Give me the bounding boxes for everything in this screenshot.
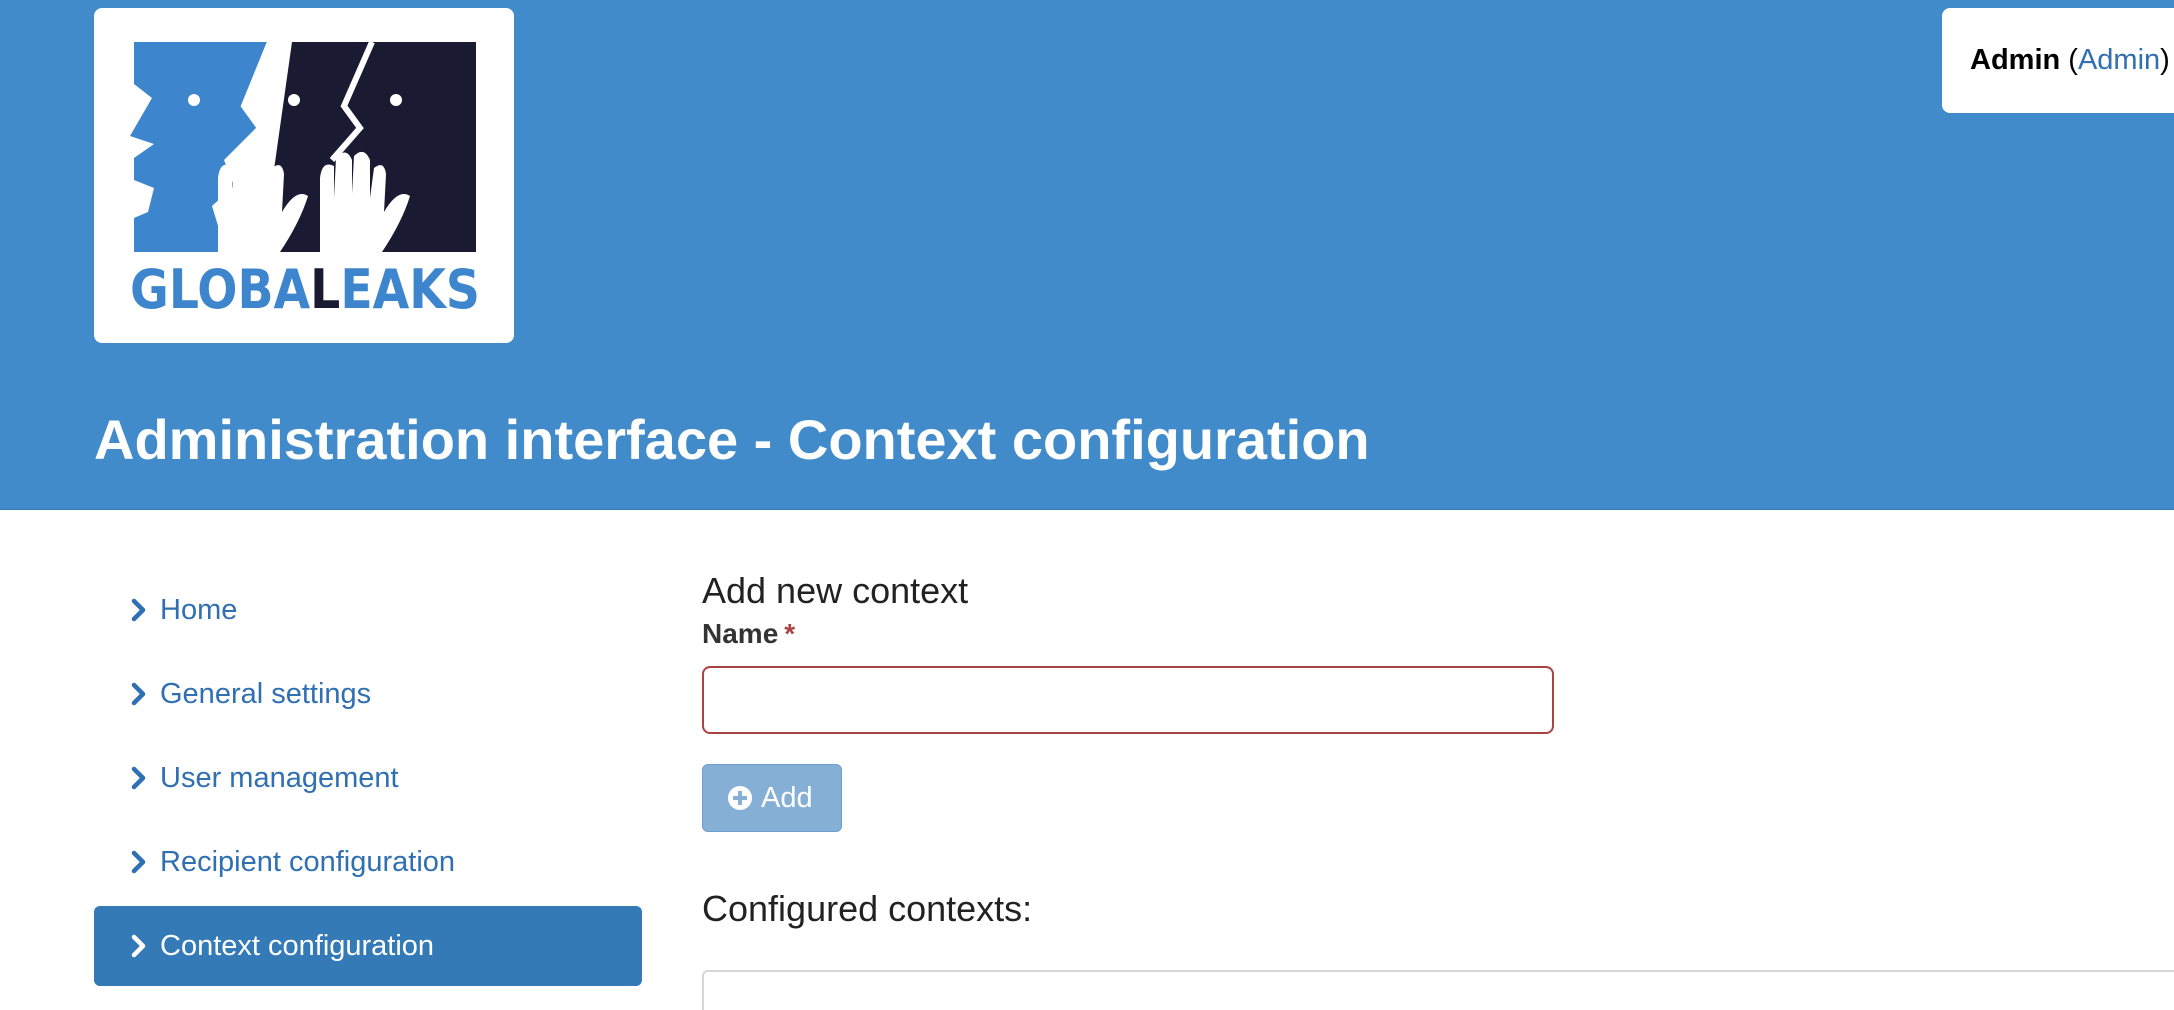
chevron-right-icon (131, 598, 146, 622)
page-title: Administration interface - Context confi… (94, 408, 1370, 471)
sidebar-item-home[interactable]: Home (94, 570, 642, 650)
user-close-paren: ) (2160, 44, 2170, 76)
sidebar-item-label: Home (160, 594, 238, 626)
context-name-input[interactable] (702, 666, 1554, 734)
configured-contexts-heading: Configured contexts: (702, 888, 1033, 929)
user-info: Admin (Admin) | (1942, 8, 2174, 113)
page-header: GLOBALEAKS Admin (Admin) | Administratio… (0, 0, 2174, 510)
add-button-label: Add (761, 781, 813, 814)
sidebar-item-label: Recipient configuration (160, 846, 456, 878)
name-label: Name * (702, 618, 795, 650)
sidebar-item-general-settings[interactable]: General settings (94, 654, 642, 734)
user-open-paren: ( (2068, 44, 2078, 76)
svg-text:GLOBALEAKS: GLOBALEAKS (130, 258, 480, 321)
name-label-text: Name (702, 618, 779, 649)
sidebar-item-label: General settings (160, 678, 372, 710)
sidebar-item-label: Context configuration (160, 930, 435, 962)
configured-contexts-list (702, 970, 2174, 1010)
user-name: Admin (1970, 44, 2061, 76)
chevron-right-icon (131, 682, 146, 706)
required-marker: * (784, 618, 796, 649)
sidebar-item-recipient-configuration[interactable]: Recipient configuration (94, 822, 642, 902)
add-context-heading: Add new context (702, 570, 969, 611)
logo[interactable]: GLOBALEAKS (94, 8, 514, 343)
sidebar-item-user-management[interactable]: User management (94, 738, 642, 818)
user-role-link[interactable]: Admin (2078, 44, 2160, 76)
sidebar-item-label: User management (160, 762, 399, 794)
sidebar-item-context-configuration[interactable]: Context configuration (94, 906, 642, 986)
add-context-button[interactable]: Add (702, 764, 842, 832)
chevron-right-icon (131, 850, 146, 874)
plus-circle-icon (728, 786, 752, 810)
chevron-right-icon (131, 934, 146, 958)
globaleaks-logo-icon: GLOBALEAKS (130, 40, 480, 321)
chevron-right-icon (131, 766, 146, 790)
sidebar-nav: Home General settings User management Re… (94, 570, 642, 990)
